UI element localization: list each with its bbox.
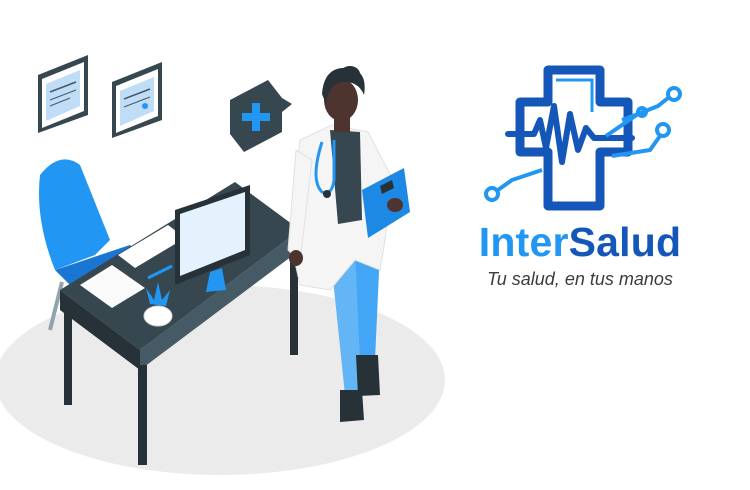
medical-cross-sign-icon [230, 80, 292, 152]
diploma-right [112, 62, 162, 138]
medical-cross-logo-icon [484, 65, 682, 211]
brand-logo: InterSalud Tu salud, en tus manos [460, 50, 750, 300]
brand-name-part2: Salud [568, 219, 682, 265]
diploma-left [38, 55, 88, 133]
brand-name: InterSalud [470, 220, 690, 264]
hero-banner: InterSalud Tu salud, en tus manos [0, 0, 750, 490]
brand-name-part1: Inter [478, 219, 569, 265]
brand-tagline: Tu salud, en tus manos [487, 269, 673, 289]
doctor-office-illustration [0, 55, 445, 475]
